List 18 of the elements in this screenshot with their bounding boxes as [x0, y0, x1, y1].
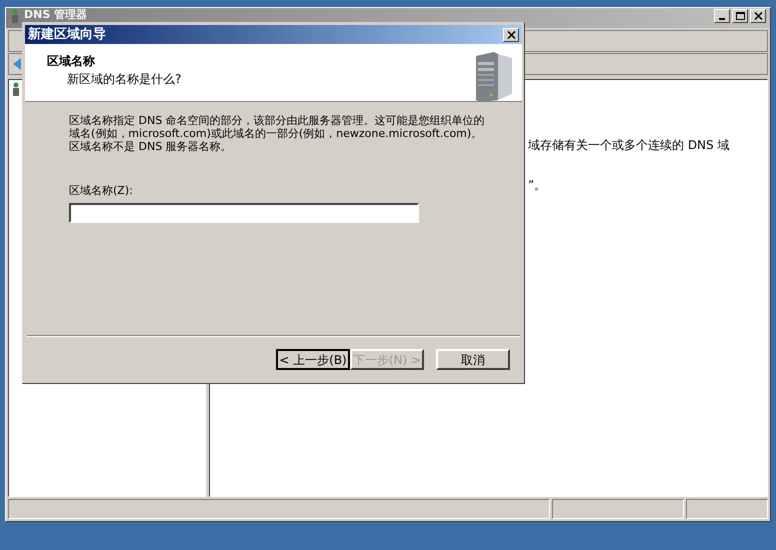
field-label: 区域名称(Z):: [69, 183, 134, 199]
description-text: 区域名称指定 DNS 命名空间的部分，该部分由此服务器管理。这可能是您组织单位的域名(例如，microsoft.com)或此域名的一部分(例如，newzone.microsoft.com)。区域名称不是 DNS 服务器名称。: [69, 114, 486, 153]
dialog-title: 新建区域向导: [28, 26, 106, 44]
page-heading: 区域名称: [47, 53, 96, 70]
close-icon: [506, 30, 516, 38]
description-text: ”。: [528, 177, 548, 194]
description-text: 域存储有关一个或多个连续的 DNS 域: [528, 137, 730, 154]
window-title: DNS 管理器: [24, 9, 88, 21]
zone-name-field[interactable]: [69, 202, 419, 222]
close-button[interactable]: [503, 28, 519, 42]
back-button[interactable]: < 上一步(B): [276, 348, 350, 370]
cancel-button[interactable]: 取消: [436, 348, 510, 370]
close-icon: [754, 12, 762, 20]
page-subheading: 新区域的名称是什么?: [66, 71, 182, 88]
close-button[interactable]: [750, 9, 766, 23]
maximize-icon: [736, 12, 744, 20]
maximize-button[interactable]: [732, 9, 748, 23]
minimize-button[interactable]: [714, 9, 730, 23]
